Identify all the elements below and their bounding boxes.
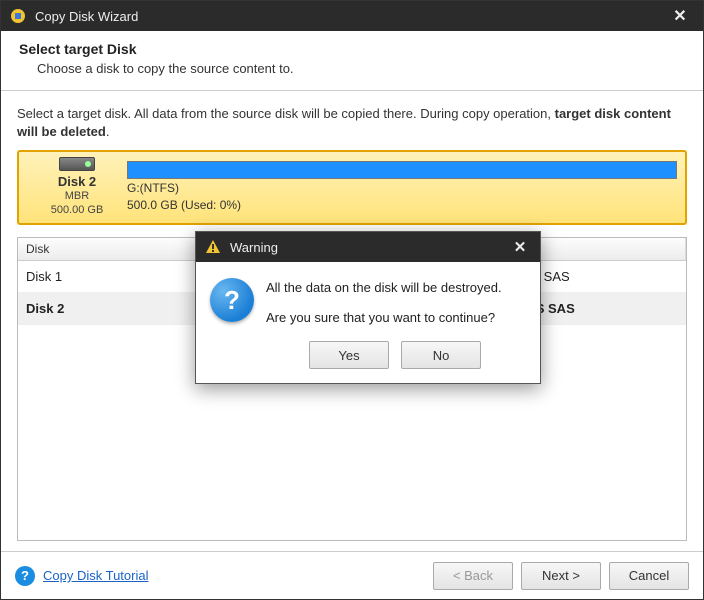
next-button[interactable]: Next > xyxy=(521,562,601,590)
row-disk-name: Disk 2 xyxy=(18,293,198,324)
usage-fill xyxy=(128,162,676,178)
dialog-text: All the data on the disk will be destroy… xyxy=(266,278,524,369)
selected-disk-scheme: MBR xyxy=(65,190,89,203)
question-icon: ? xyxy=(210,278,254,322)
selected-disk-info: Disk 2 MBR 500.00 GB xyxy=(27,157,127,216)
dialog-titlebar: Warning ✕ xyxy=(196,232,540,262)
dialog-close-button[interactable]: ✕ xyxy=(508,238,532,256)
warning-dialog: Warning ✕ ? All the data on the disk wil… xyxy=(195,231,541,384)
disk-drive-icon xyxy=(59,157,95,171)
usage-text: 500.0 GB (Used: 0%) xyxy=(127,198,677,212)
dialog-title: Warning xyxy=(230,240,508,255)
cancel-button[interactable]: Cancel xyxy=(609,562,689,590)
tutorial-link[interactable]: Copy Disk Tutorial xyxy=(43,568,148,583)
dialog-line2: Are you sure that you want to continue? xyxy=(266,308,524,328)
page-subtitle: Choose a disk to copy the source content… xyxy=(37,61,685,76)
warning-icon xyxy=(204,238,222,256)
titlebar: Copy Disk Wizard ✕ xyxy=(1,1,703,31)
selected-disk-panel: Disk 2 MBR 500.00 GB G:(NTFS) 500.0 GB (… xyxy=(17,150,687,225)
selected-disk-usage: G:(NTFS) 500.0 GB (Used: 0%) xyxy=(127,157,677,216)
footer: ? Copy Disk Tutorial < Back Next > Cance… xyxy=(1,551,703,599)
window-close-button[interactable]: ✕ xyxy=(665,6,695,26)
back-button[interactable]: < Back xyxy=(433,562,513,590)
col-disk[interactable]: Disk xyxy=(18,238,198,260)
row-disk-name: Disk 1 xyxy=(18,261,198,292)
wizard-icon xyxy=(9,7,27,25)
selected-disk-size: 500.00 GB xyxy=(51,204,104,217)
instruction-text: Select a target disk. All data from the … xyxy=(17,105,687,140)
window-title: Copy Disk Wizard xyxy=(35,9,665,24)
header-section: Select target Disk Choose a disk to copy… xyxy=(1,31,703,91)
usage-bar xyxy=(127,161,677,179)
dialog-line1: All the data on the disk will be destroy… xyxy=(266,278,524,298)
help-icon[interactable]: ? xyxy=(15,566,35,586)
dialog-buttons: Yes No xyxy=(266,341,524,369)
tutorial: ? Copy Disk Tutorial xyxy=(15,566,425,586)
page-title: Select target Disk xyxy=(19,41,685,57)
selected-disk-name: Disk 2 xyxy=(58,174,96,189)
yes-button[interactable]: Yes xyxy=(309,341,389,369)
no-button[interactable]: No xyxy=(401,341,481,369)
dialog-body: ? All the data on the disk will be destr… xyxy=(196,262,540,383)
partition-label: G:(NTFS) xyxy=(127,181,677,195)
